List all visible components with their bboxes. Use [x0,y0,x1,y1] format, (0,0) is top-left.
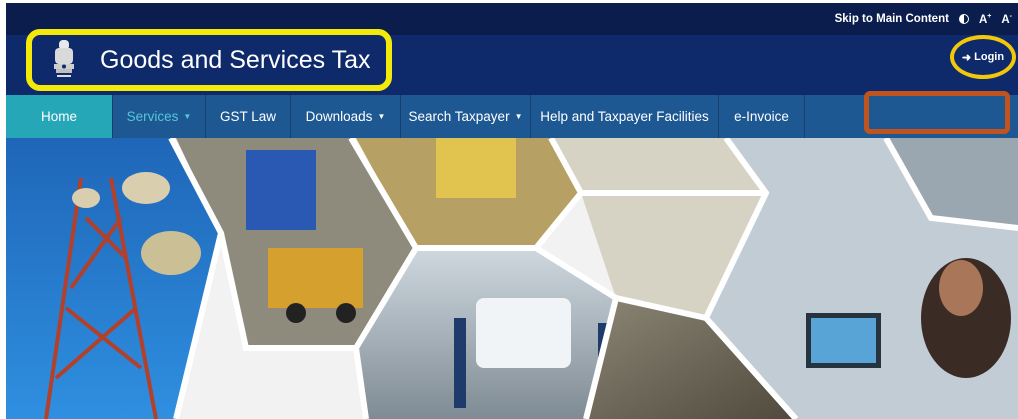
nav-gst-law[interactable]: GST Law [206,95,291,138]
nav-help-label: Help and Taxpayer Facilities [540,109,709,124]
nav-search-taxpayer-label: Search Taxpayer [408,109,510,124]
nav-services-label: Services [126,109,179,124]
hero-collage-image [6,138,1018,419]
nav-search-taxpayer[interactable]: Search Taxpayer ▼ [401,95,531,138]
nav-help-taxpayer-facilities[interactable]: Help and Taxpayer Facilities [531,95,719,138]
login-button[interactable]: ➜ Login [950,35,1016,79]
highlighted-empty-nav-slot [864,91,1010,134]
font-decrease-button[interactable]: A- [1001,13,1012,26]
nav-e-invoice-label: e-Invoice [734,109,789,124]
nav-e-invoice[interactable]: e-Invoice [719,95,805,138]
nav-home-label: Home [40,109,77,124]
login-label: Login [974,51,1005,63]
site-header: Goods and Services Tax ➜ Login [6,29,1018,95]
skip-to-main-content-link[interactable]: Skip to Main Content [835,13,949,25]
site-title[interactable]: Goods and Services Tax [100,46,371,75]
chevron-down-icon: ▼ [183,112,192,121]
hero-banner [6,138,1018,419]
font-increase-button[interactable]: A+ [979,13,991,26]
chevron-down-icon: ▼ [514,112,523,121]
login-icon: ➜ [961,51,972,64]
national-emblem-icon [54,40,74,77]
contrast-icon[interactable] [958,14,969,24]
nav-home[interactable]: Home [6,95,113,138]
nav-services[interactable]: Services ▼ [113,95,206,138]
nav-gst-law-label: GST Law [219,109,277,124]
nav-downloads[interactable]: Downloads ▼ [291,95,401,138]
chevron-down-icon: ▼ [377,112,386,121]
nav-downloads-label: Downloads [305,109,373,124]
brand-highlight: Goods and Services Tax [26,29,392,91]
accessibility-controls: Skip to Main Content A+ A- [835,3,1012,35]
